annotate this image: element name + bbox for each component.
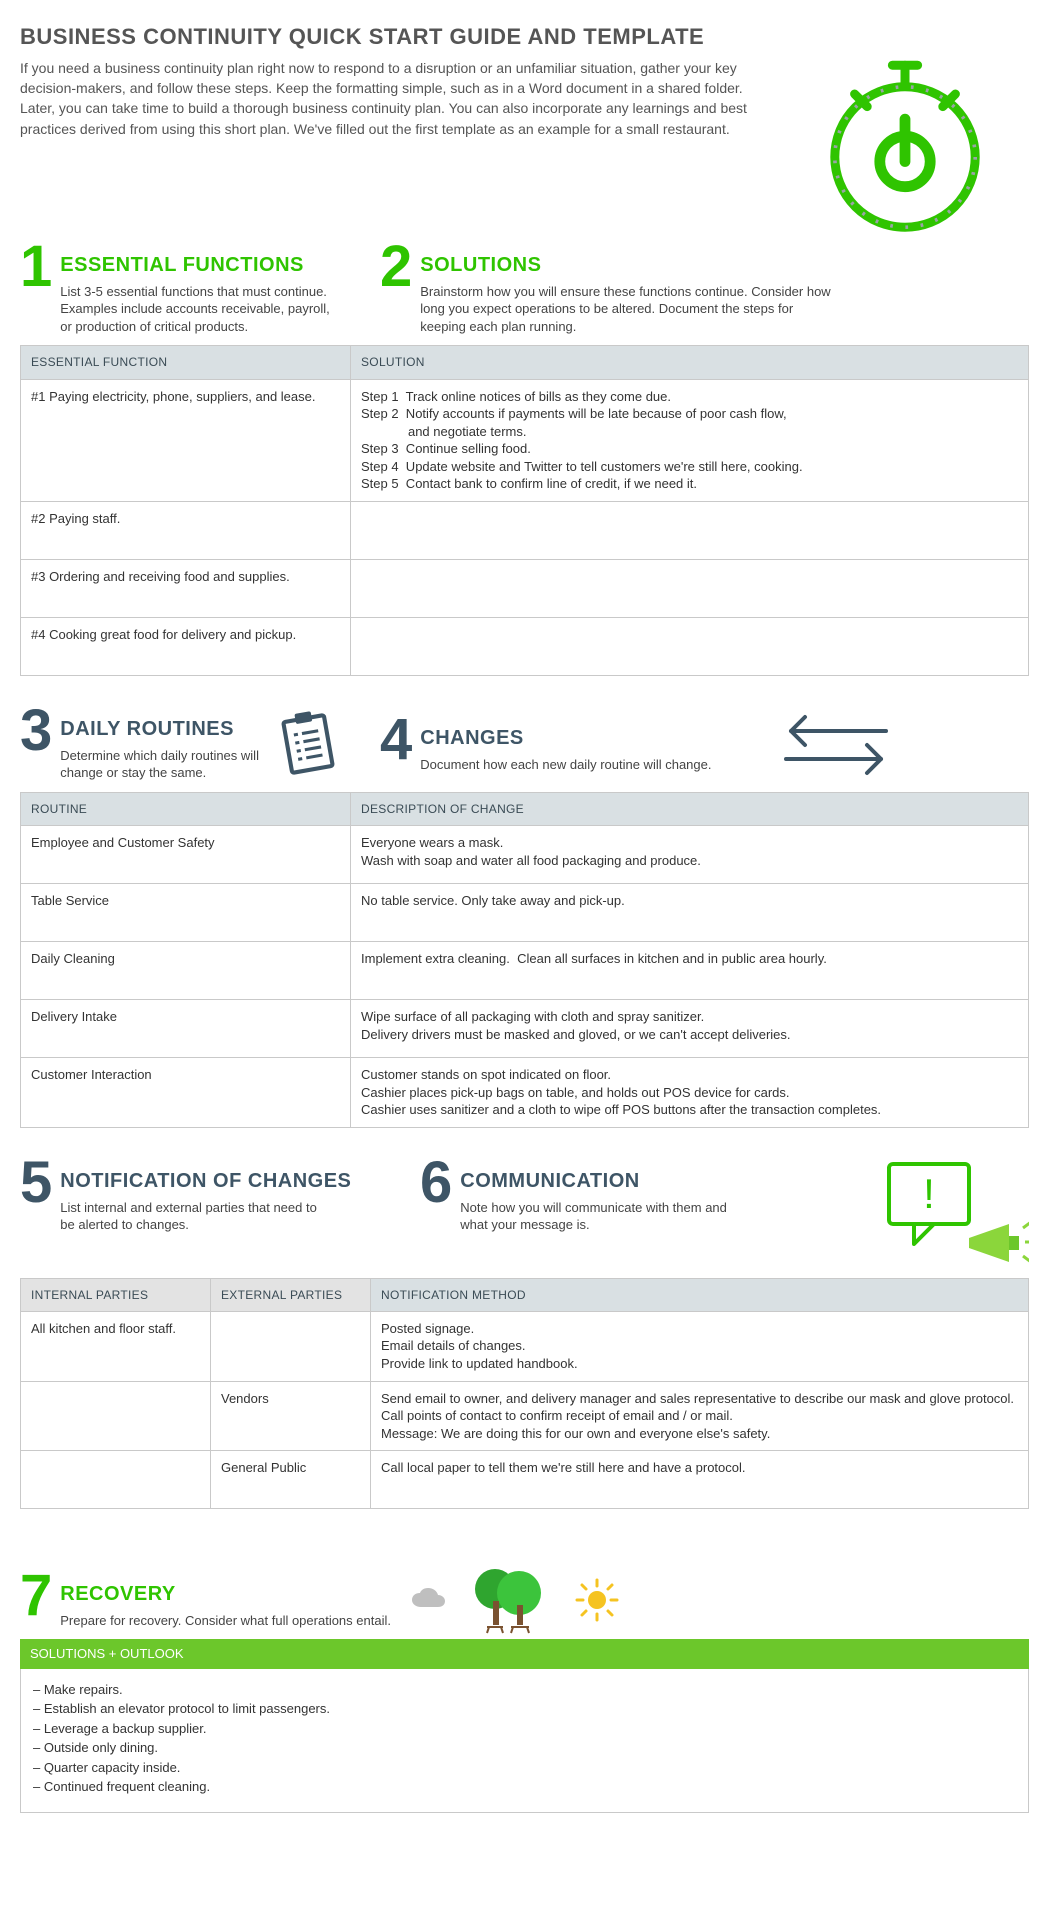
section-7-title: RECOVERY: [60, 1581, 391, 1608]
table-cell: Delivery Intake: [21, 1000, 351, 1058]
section-6-number: 6: [420, 1158, 452, 1207]
table-cell: #2 Paying staff.: [21, 501, 351, 559]
section-3-number: 3: [20, 706, 52, 755]
cloud-icon: [409, 1587, 449, 1613]
section-1-desc: List 3-5 essential functions that must c…: [60, 283, 340, 336]
sections-5-6-headers: 5 NOTIFICATION OF CHANGES List internal …: [20, 1158, 1029, 1268]
notification-table: INTERNAL PARTIES EXTERNAL PARTIES NOTIFI…: [20, 1278, 1029, 1509]
intro-paragraph: If you need a business continuity plan r…: [20, 58, 760, 220]
table-cell: #4 Cooking great food for delivery and p…: [21, 617, 351, 675]
table-cell: Call local paper to tell them we're stil…: [371, 1451, 1029, 1509]
table-cell: No table service. Only take away and pic…: [351, 884, 1029, 942]
page-title: BUSINESS CONTINUITY QUICK START GUIDE AN…: [20, 22, 1029, 52]
section-2-desc: Brainstorm how you will ensure these fun…: [420, 283, 840, 336]
section-4-desc: Document how each new daily routine will…: [420, 756, 711, 774]
table-cell: All kitchen and floor staff.: [21, 1311, 211, 1381]
list-item: – Leverage a backup supplier.: [33, 1720, 1016, 1738]
section-2-title: SOLUTIONS: [420, 252, 840, 279]
section-6-desc: Note how you will communicate with them …: [460, 1199, 740, 1234]
section-2-number: 2: [380, 242, 412, 291]
list-item: – Make repairs.: [33, 1681, 1016, 1699]
section-1-title: ESSENTIAL FUNCTIONS: [60, 252, 340, 279]
checklist-icon: [276, 708, 340, 780]
speech-bubble-megaphone-icon: !: [859, 1158, 1029, 1268]
stopwatch-icon: [815, 58, 995, 238]
section-7-number: 7: [20, 1571, 52, 1620]
sections-1-2-headers: 1 ESSENTIAL FUNCTIONS List 3-5 essential…: [20, 242, 1029, 336]
table-cell: Wipe surface of all packaging with cloth…: [351, 1000, 1029, 1058]
table-cell: [351, 501, 1029, 559]
section-5-desc: List internal and external parties that …: [60, 1199, 320, 1234]
table-cell: Employee and Customer Safety: [21, 826, 351, 884]
list-item: – Outside only dining.: [33, 1739, 1016, 1757]
table-cell: Vendors: [211, 1381, 371, 1451]
section-5-title: NOTIFICATION OF CHANGES: [60, 1168, 351, 1195]
table2-head-a: ROUTINE: [21, 792, 351, 825]
trees-icon: [467, 1565, 557, 1635]
table-cell: General Public: [211, 1451, 371, 1509]
table-cell: Send email to owner, and delivery manage…: [371, 1381, 1029, 1451]
svg-text:!: !: [923, 1170, 935, 1217]
section-7-header: 7 RECOVERY Prepare for recovery. Conside…: [20, 1565, 1029, 1635]
list-item: – Continued frequent cleaning.: [33, 1778, 1016, 1796]
section-4-number: 4: [380, 715, 412, 764]
table-cell: Table Service: [21, 884, 351, 942]
table2-head-b: DESCRIPTION OF CHANGE: [351, 792, 1029, 825]
arrows-left-right-icon: [771, 709, 901, 779]
table-cell: [21, 1381, 211, 1451]
table3-head-c: NOTIFICATION METHOD: [371, 1278, 1029, 1311]
section-5-number: 5: [20, 1158, 52, 1207]
section-1-number: 1: [20, 242, 52, 291]
table-cell: #3 Ordering and receiving food and suppl…: [21, 559, 351, 617]
essential-functions-table: ESSENTIAL FUNCTION SOLUTION #1 Paying el…: [20, 345, 1029, 675]
recovery-list: – Make repairs. – Establish an elevator …: [20, 1669, 1029, 1813]
section-4-title: CHANGES: [420, 725, 711, 752]
section-6-title: COMMUNICATION: [460, 1168, 740, 1195]
table-cell: Implement extra cleaning. Clean all surf…: [351, 942, 1029, 1000]
sections-3-4-headers: 3 DAILY ROUTINES Determine which daily r…: [20, 706, 1029, 782]
table-cell: Posted signage. Email details of changes…: [371, 1311, 1029, 1381]
daily-routines-table: ROUTINE DESCRIPTION OF CHANGE Employee a…: [20, 792, 1029, 1128]
list-item: – Quarter capacity inside.: [33, 1759, 1016, 1777]
sun-icon: [575, 1578, 619, 1622]
stopwatch-illustration: [780, 58, 1029, 238]
table1-head-b: SOLUTION: [351, 346, 1029, 379]
section-3-desc: Determine which daily routines will chan…: [60, 747, 270, 782]
section-3-title: DAILY ROUTINES: [60, 716, 270, 743]
table-cell: Step 1 Track online notices of bills as …: [351, 379, 1029, 501]
table3-head-a: INTERNAL PARTIES: [21, 1278, 211, 1311]
table-cell: [21, 1451, 211, 1509]
section-7-desc: Prepare for recovery. Consider what full…: [60, 1612, 391, 1630]
table1-head-a: ESSENTIAL FUNCTION: [21, 346, 351, 379]
table-cell: Customer stands on spot indicated on flo…: [351, 1058, 1029, 1128]
table-cell: Everyone wears a mask. Wash with soap an…: [351, 826, 1029, 884]
recovery-bar: SOLUTIONS + OUTLOOK: [20, 1639, 1029, 1669]
table-cell: Customer Interaction: [21, 1058, 351, 1128]
table-cell: [351, 559, 1029, 617]
table-cell: #1 Paying electricity, phone, suppliers,…: [21, 379, 351, 501]
table-cell: Daily Cleaning: [21, 942, 351, 1000]
table-cell: [211, 1311, 371, 1381]
table3-head-b: EXTERNAL PARTIES: [211, 1278, 371, 1311]
list-item: – Establish an elevator protocol to limi…: [33, 1700, 1016, 1718]
table-cell: [351, 617, 1029, 675]
